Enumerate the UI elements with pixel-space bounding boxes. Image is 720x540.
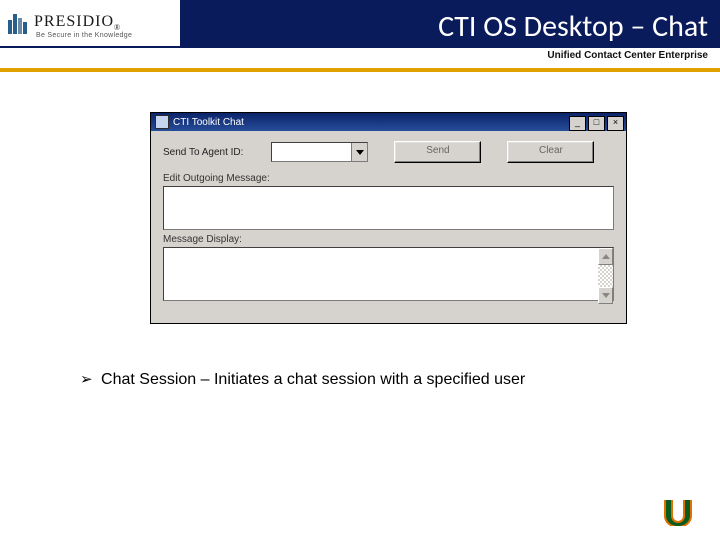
page-title: CTI OS Desktop – Chat: [438, 8, 708, 45]
maximize-button[interactable]: □: [588, 116, 605, 131]
brand-name: PRESIDIO®: [34, 13, 121, 32]
brand-logo: PRESIDIO® Be Secure in the Knowledge: [0, 0, 180, 48]
scroll-down-icon[interactable]: [598, 287, 613, 304]
agent-id-select[interactable]: [271, 142, 368, 162]
chevron-down-icon[interactable]: [351, 143, 367, 161]
bullet-item: ➢ Chat Session – Initiates a chat sessio…: [80, 370, 620, 390]
send-to-label: Send To Agent ID:: [163, 147, 243, 158]
university-logo: [662, 500, 692, 526]
app-icon: [155, 115, 169, 129]
minimize-button[interactable]: _: [569, 116, 586, 131]
scrollbar[interactable]: [598, 248, 613, 300]
scroll-up-icon[interactable]: [598, 248, 613, 265]
close-button[interactable]: ×: [607, 116, 624, 131]
city-icon: [8, 12, 28, 34]
bullet-arrow-icon: ➢: [80, 371, 93, 388]
message-display: [163, 247, 614, 301]
page-subtitle: Unified Contact Center Enterprise: [547, 50, 708, 61]
dialog-title: CTI Toolkit Chat: [173, 117, 244, 128]
chat-dialog: CTI Toolkit Chat _ □ × Send To Agent ID:…: [150, 112, 627, 324]
bullet-text: Chat Session – Initiates a chat session …: [101, 371, 525, 388]
display-label: Message Display:: [163, 234, 626, 245]
dialog-titlebar: CTI Toolkit Chat _ □ ×: [151, 113, 626, 131]
outgoing-label: Edit Outgoing Message:: [163, 173, 626, 184]
send-button[interactable]: Send: [394, 141, 481, 163]
brand-tagline: Be Secure in the Knowledge: [36, 32, 132, 39]
clear-button[interactable]: Clear: [507, 141, 594, 163]
outgoing-message-input[interactable]: [163, 186, 614, 230]
